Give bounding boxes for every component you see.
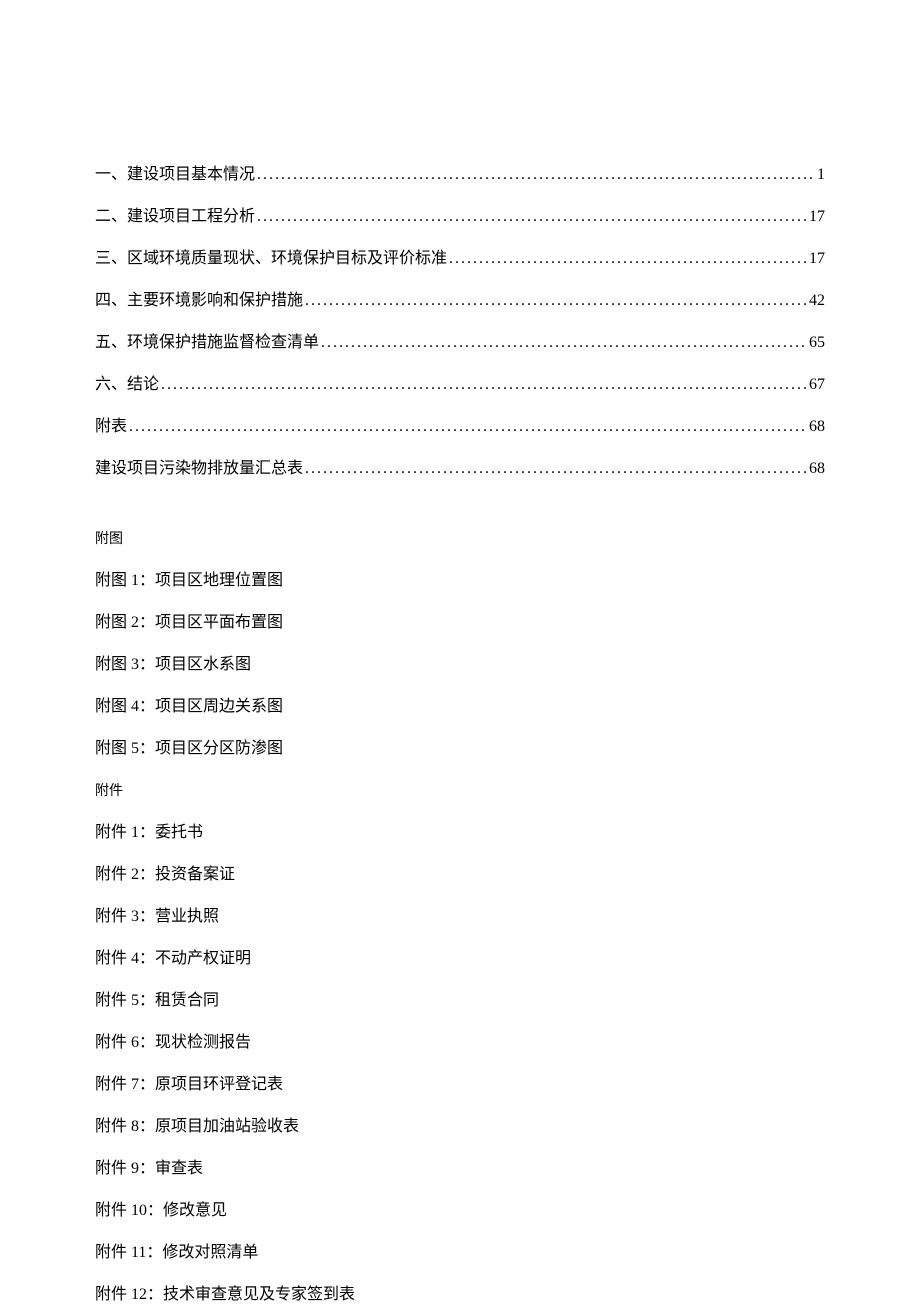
- toc-entry: 六、结论 67: [95, 370, 825, 394]
- toc-dots: [305, 292, 807, 310]
- toc-page: 17: [809, 250, 825, 268]
- figure-item: 附图 1：项目区地理位置图: [95, 566, 825, 590]
- toc-page: 68: [809, 418, 825, 436]
- toc-dots: [449, 250, 807, 268]
- figures-header: 附图: [95, 528, 825, 548]
- toc-title: 六、结论: [95, 370, 159, 394]
- attachment-item: 附件 12：技术审查意见及专家签到表: [95, 1280, 825, 1304]
- toc-title: 一、建设项目基本情况: [95, 160, 255, 184]
- toc-entry: 一、建设项目基本情况 1: [95, 160, 825, 184]
- toc-entry: 附表 68: [95, 412, 825, 436]
- attachment-item: 附件 5：租赁合同: [95, 986, 825, 1010]
- toc-dots: [257, 166, 815, 184]
- attachment-item: 附件 2：投资备案证: [95, 860, 825, 884]
- attachment-item: 附件 3：营业执照: [95, 902, 825, 926]
- figure-item: 附图 3：项目区水系图: [95, 650, 825, 674]
- toc-page: 42: [809, 292, 825, 310]
- attachment-item: 附件 1：委托书: [95, 818, 825, 842]
- toc-entry: 三、区域环境质量现状、环境保护目标及评价标准 17: [95, 244, 825, 268]
- attachment-item: 附件 8：原项目加油站验收表: [95, 1112, 825, 1136]
- attachments-section: 附件 附件 1：委托书 附件 2：投资备案证 附件 3：营业执照 附件 4：不动…: [95, 780, 825, 1304]
- figure-item: 附图 2：项目区平面布置图: [95, 608, 825, 632]
- toc-title: 附表: [95, 412, 127, 436]
- toc-title: 五、环境保护措施监督检查清单: [95, 328, 319, 352]
- toc-title: 三、区域环境质量现状、环境保护目标及评价标准: [95, 244, 447, 268]
- attachment-item: 附件 6：现状检测报告: [95, 1028, 825, 1052]
- attachments-header: 附件: [95, 780, 825, 800]
- figures-section: 附图 附图 1：项目区地理位置图 附图 2：项目区平面布置图 附图 3：项目区水…: [95, 528, 825, 758]
- toc-dots: [305, 460, 807, 478]
- toc-entry: 四、主要环境影响和保护措施 42: [95, 286, 825, 310]
- attachment-item: 附件 11：修改对照清单: [95, 1238, 825, 1262]
- toc-page: 67: [809, 376, 825, 394]
- table-of-contents: 一、建设项目基本情况 1 二、建设项目工程分析 17 三、区域环境质量现状、环境…: [95, 160, 825, 478]
- toc-dots: [129, 418, 807, 436]
- toc-page: 1: [817, 166, 825, 184]
- attachment-item: 附件 9：审查表: [95, 1154, 825, 1178]
- toc-entry: 建设项目污染物排放量汇总表 68: [95, 454, 825, 478]
- attachment-item: 附件 4：不动产权证明: [95, 944, 825, 968]
- toc-title: 四、主要环境影响和保护措施: [95, 286, 303, 310]
- toc-dots: [257, 208, 807, 226]
- figure-item: 附图 4：项目区周边关系图: [95, 692, 825, 716]
- attachment-item: 附件 10：修改意见: [95, 1196, 825, 1220]
- toc-title: 二、建设项目工程分析: [95, 202, 255, 226]
- toc-title: 建设项目污染物排放量汇总表: [95, 454, 303, 478]
- toc-dots: [161, 376, 807, 394]
- toc-dots: [321, 334, 807, 352]
- attachment-item: 附件 7：原项目环评登记表: [95, 1070, 825, 1094]
- figure-item: 附图 5：项目区分区防渗图: [95, 734, 825, 758]
- toc-page: 68: [809, 460, 825, 478]
- toc-entry: 五、环境保护措施监督检查清单 65: [95, 328, 825, 352]
- toc-page: 17: [809, 208, 825, 226]
- toc-entry: 二、建设项目工程分析 17: [95, 202, 825, 226]
- toc-page: 65: [809, 334, 825, 352]
